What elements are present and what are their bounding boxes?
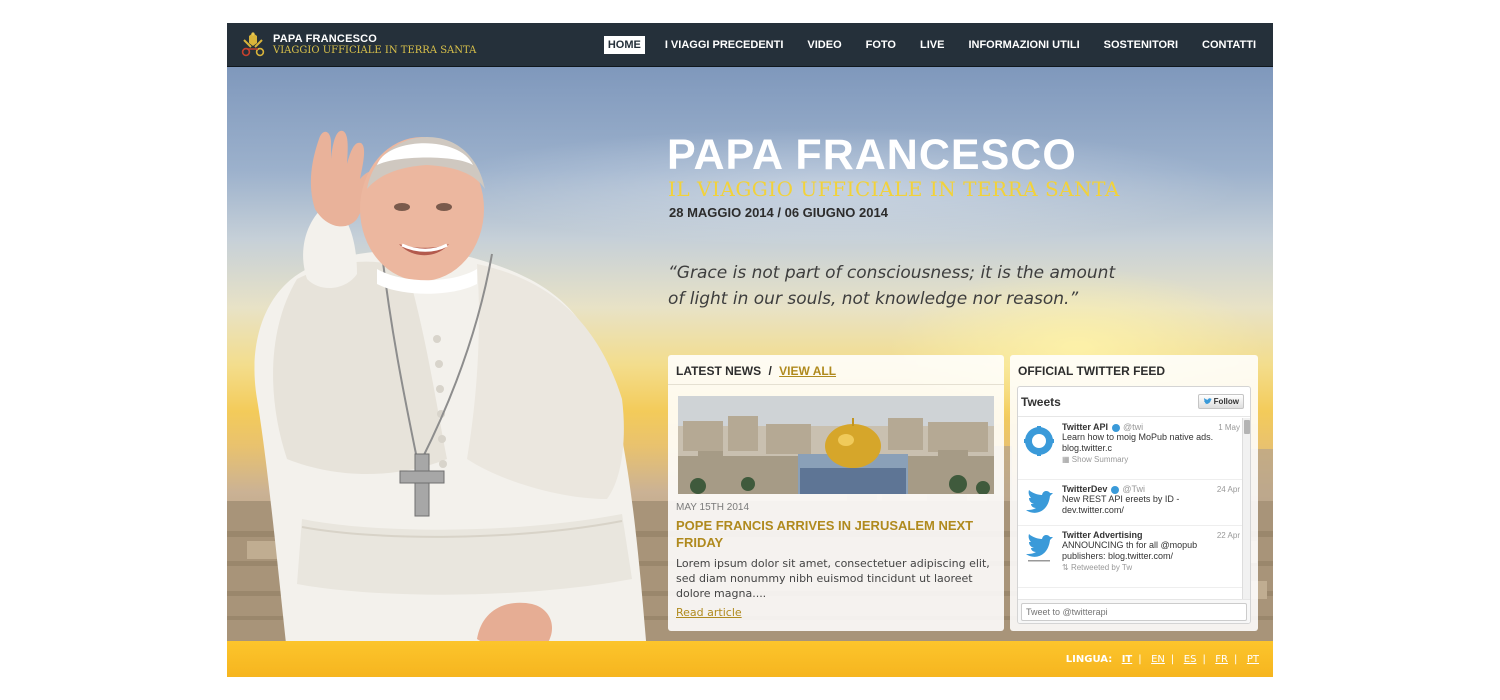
quote-line-1: “Grace is not part of consciousness; it …	[668, 263, 1116, 283]
nav-home[interactable]: HOME	[603, 36, 645, 54]
quote-line-2: of light in our souls, not knowledge nor…	[668, 289, 1079, 309]
nav-photo[interactable]: FOTO	[862, 36, 900, 54]
lang-divider: |	[1138, 654, 1142, 665]
tweet-time: 1 May	[1218, 423, 1240, 432]
main-nav: HOME I VIAGGI PRECEDENTI VIDEO FOTO LIVE…	[588, 36, 1260, 54]
pope-francis-photo	[254, 130, 647, 653]
news-header: LATEST NEWS / VIEW ALL	[668, 355, 1004, 385]
lang-pt[interactable]: PT	[1247, 654, 1259, 665]
retweet-icon: ⇅	[1062, 563, 1069, 572]
brand-title: PAPA FRANCESCO	[273, 33, 378, 45]
footer-bar: LINGUA: IT | EN | ES | FR | PT	[227, 641, 1273, 677]
lang-fr[interactable]: FR	[1215, 654, 1228, 665]
lang-divider: |	[1202, 654, 1206, 665]
papal-crest-icon	[241, 32, 265, 57]
top-navigation-bar: PAPA FRANCESCO VIAGGIO UFFICIALE IN TERR…	[227, 23, 1273, 67]
nav-useful-info[interactable]: INFORMAZIONI UTILI	[964, 36, 1083, 54]
lang-en[interactable]: EN	[1151, 654, 1165, 665]
tweet-item[interactable]: Twitter API @twi 1 May Learn how to moig…	[1018, 418, 1244, 480]
twitter-widget-title: Tweets	[1021, 395, 1061, 409]
follow-button[interactable]: Follow	[1197, 394, 1244, 409]
tweet-text: New REST API ereets by ID - dev.twitter.…	[1062, 494, 1180, 515]
read-article-link[interactable]: Read article	[676, 606, 742, 619]
nav-contacts[interactable]: CONTATTI	[1198, 36, 1260, 54]
twitterdev-avatar-icon	[1026, 490, 1053, 513]
twitter-widget-header: Tweets Follow	[1018, 387, 1250, 417]
language-label: LINGUA:	[1065, 654, 1113, 665]
tweet-item[interactable]: Twitter Advertising 22 Apr ANNOUNCING th…	[1018, 526, 1244, 588]
hero-dates: 28 MAGGIO 2014 / 06 GIUGNO 2014	[669, 205, 888, 220]
show-summary-link[interactable]: ▦ Show Summary	[1062, 454, 1240, 465]
twitter-heading: OFFICIAL TWITTER FEED	[1018, 364, 1166, 378]
language-switcher: LINGUA: IT | EN | ES | FR | PT	[1066, 654, 1259, 665]
tweet-text: ANNOUNCING th for all @mopub publishers:…	[1062, 540, 1198, 561]
nav-live[interactable]: LIVE	[916, 36, 948, 54]
nav-video[interactable]: VIDEO	[803, 36, 845, 54]
tweet-time: 24 Apr	[1216, 485, 1240, 494]
show-summary-label: Show Summary	[1071, 455, 1129, 464]
tweet-list-scrollbar[interactable]	[1242, 418, 1250, 601]
lang-it[interactable]: IT	[1122, 654, 1133, 665]
tweet-author[interactable]: Twitter Advertising	[1062, 530, 1143, 540]
tweet-handle: @Twi	[1122, 484, 1146, 494]
news-excerpt: Lorem ipsum dolor sit amet, consectetuer…	[676, 557, 990, 600]
lang-divider: |	[1170, 654, 1175, 665]
news-headline[interactable]: POPE FRANCIS ARRIVES IN JERUSALEM NEXT F…	[676, 517, 976, 551]
retweeted-by: ⇅ Retweeted by Tw	[1062, 562, 1240, 573]
twitter-feed-panel: OFFICIAL TWITTER FEED Tweets Follow Twit…	[1010, 355, 1258, 631]
tweet-compose-bar	[1018, 599, 1250, 623]
nav-supporters[interactable]: SOSTENITORI	[1100, 36, 1182, 54]
verified-badge-icon	[1110, 485, 1119, 494]
tweet-time: 22 Apr	[1216, 531, 1240, 540]
tweet-to-input[interactable]	[1021, 603, 1247, 621]
tweet-text: Learn how to moig MoPub native ads. blog…	[1062, 432, 1214, 453]
hero-subtitle: IL VIAGGIO UFFICIALE IN TERRA SANTA	[668, 177, 1120, 201]
twitter-api-avatar-icon	[1024, 426, 1054, 456]
nav-previous-trips[interactable]: I VIAGGI PRECEDENTI	[661, 36, 788, 54]
hero-quote: “Grace is not part of consciousness; it …	[668, 260, 1228, 312]
verified-badge-icon	[1111, 423, 1120, 432]
summary-icon: ▦	[1062, 455, 1070, 464]
site-frame: PAPA FRANCESCO VIAGGIO UFFICIALE IN TERR…	[227, 23, 1273, 677]
news-heading-separator: /	[768, 364, 772, 378]
brand-subtitle: VIAGGIO UFFICIALE IN TERRA SANTA	[273, 45, 477, 56]
view-all-link[interactable]: VIEW ALL	[779, 364, 836, 378]
tweet-list: Twitter API @twi 1 May Learn how to moig…	[1018, 418, 1244, 601]
lang-divider: |	[1234, 654, 1238, 665]
latest-news-panel: LATEST NEWS / VIEW ALL MAY 15TH 2014 POP…	[668, 355, 1004, 631]
tweet-item[interactable]: TwitterDev @Twi 24 Apr New REST API eree…	[1018, 480, 1244, 526]
twitter-advertising-avatar-icon	[1026, 534, 1053, 562]
tweet-author[interactable]: TwitterDev	[1062, 484, 1107, 494]
retweeted-by-label: Retweeted by Tw	[1070, 563, 1133, 572]
news-heading: LATEST NEWS	[676, 364, 762, 378]
lang-es[interactable]: ES	[1184, 654, 1197, 665]
tweet-handle: @twi	[1123, 422, 1144, 432]
twitter-widget: Tweets Follow Twitter API @twi 1 May Lea…	[1017, 386, 1251, 624]
follow-label: Follow	[1213, 397, 1239, 406]
tweet-author[interactable]: Twitter API	[1062, 422, 1108, 432]
hero-title: PAPA FRANCESCO	[667, 131, 1077, 179]
twitter-bird-icon	[1202, 398, 1212, 405]
brand-logo[interactable]: PAPA FRANCESCO VIAGGIO UFFICIALE IN TERR…	[240, 30, 476, 60]
news-date: MAY 15TH 2014	[676, 502, 750, 513]
scrollbar-thumb[interactable]	[1244, 420, 1250, 434]
jerusalem-dome-photo[interactable]	[678, 396, 994, 494]
